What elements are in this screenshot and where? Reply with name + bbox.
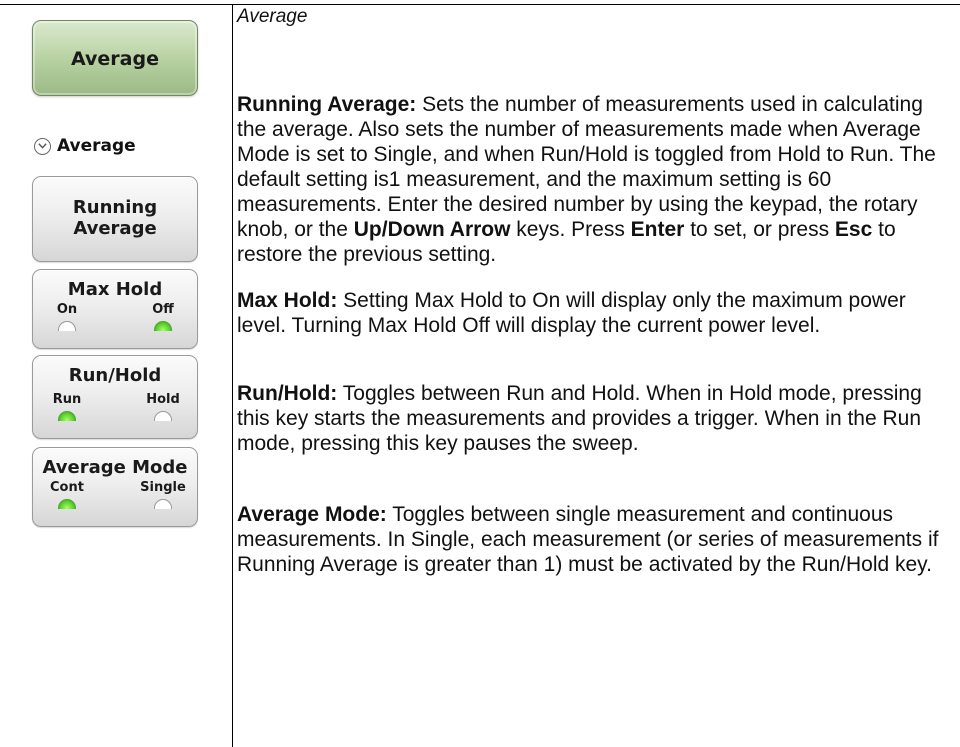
average-menu-title-key[interactable]: Average: [32, 20, 198, 96]
max-hold-key[interactable]: Max Hold On Off: [32, 269, 198, 349]
max-hold-paragraph: Max Hold: Setting Max Hold to On will di…: [237, 288, 955, 338]
run-hold-key[interactable]: Run/Hold Run Hold: [32, 355, 198, 439]
enter-term: Enter: [630, 218, 685, 241]
max-hold-off-label: Off: [152, 302, 174, 317]
description-column: Average Running Average: Sets the number…: [237, 6, 955, 576]
run-hold-term: Run/Hold:: [237, 382, 338, 405]
cont-indicator: [58, 499, 76, 509]
average-mode-term: Average Mode:: [237, 503, 387, 526]
hold-option-label: Hold: [146, 392, 180, 407]
run-option-label: Run: [52, 392, 82, 407]
single-indicator: [154, 499, 172, 509]
running-average-text-3: to set, or press: [684, 218, 835, 241]
run-hold-paragraph: Run/Hold: Toggles between Run and Hold. …: [237, 381, 955, 456]
section-heading: Average: [237, 6, 308, 27]
up-down-arrow-term: Up/Down Arrow: [353, 218, 511, 241]
run-hold-text: Toggles between Run and Hold. When in Ho…: [237, 382, 922, 455]
hold-indicator: [154, 411, 172, 421]
max-hold-key-label: Max Hold: [67, 279, 163, 300]
running-average-key[interactable]: Running Average: [32, 176, 198, 262]
chevron-down-icon: [34, 137, 51, 155]
single-option-label: Single: [140, 480, 186, 495]
cont-option-label: Cont: [50, 480, 84, 495]
max-hold-on-indicator: [58, 321, 76, 331]
average-mode-paragraph: Average Mode: Toggles between single mea…: [237, 502, 955, 577]
top-rule: [0, 4, 960, 5]
submenu-label-text: Average: [57, 136, 136, 156]
submenu-label: Average: [34, 135, 136, 157]
run-indicator: [58, 411, 76, 421]
max-hold-term: Max Hold:: [237, 289, 338, 312]
max-hold-text: Setting Max Hold to On will display only…: [237, 289, 906, 337]
average-mode-key[interactable]: Average Mode Cont Single: [32, 447, 198, 527]
run-hold-key-label: Run/Hold: [68, 365, 162, 386]
menu-title-label: Average: [71, 48, 159, 70]
running-average-term: Running Average:: [237, 93, 417, 116]
average-mode-key-label: Average Mode: [42, 457, 188, 478]
running-average-key-label: Running Average: [72, 197, 158, 239]
running-average-paragraph: Running Average: Sets the number of meas…: [237, 92, 955, 267]
max-hold-on-label: On: [56, 302, 78, 317]
column-divider: [232, 4, 233, 747]
esc-term: Esc: [834, 218, 873, 241]
running-average-text-2: keys. Press: [510, 218, 631, 241]
max-hold-off-indicator: [154, 321, 172, 331]
